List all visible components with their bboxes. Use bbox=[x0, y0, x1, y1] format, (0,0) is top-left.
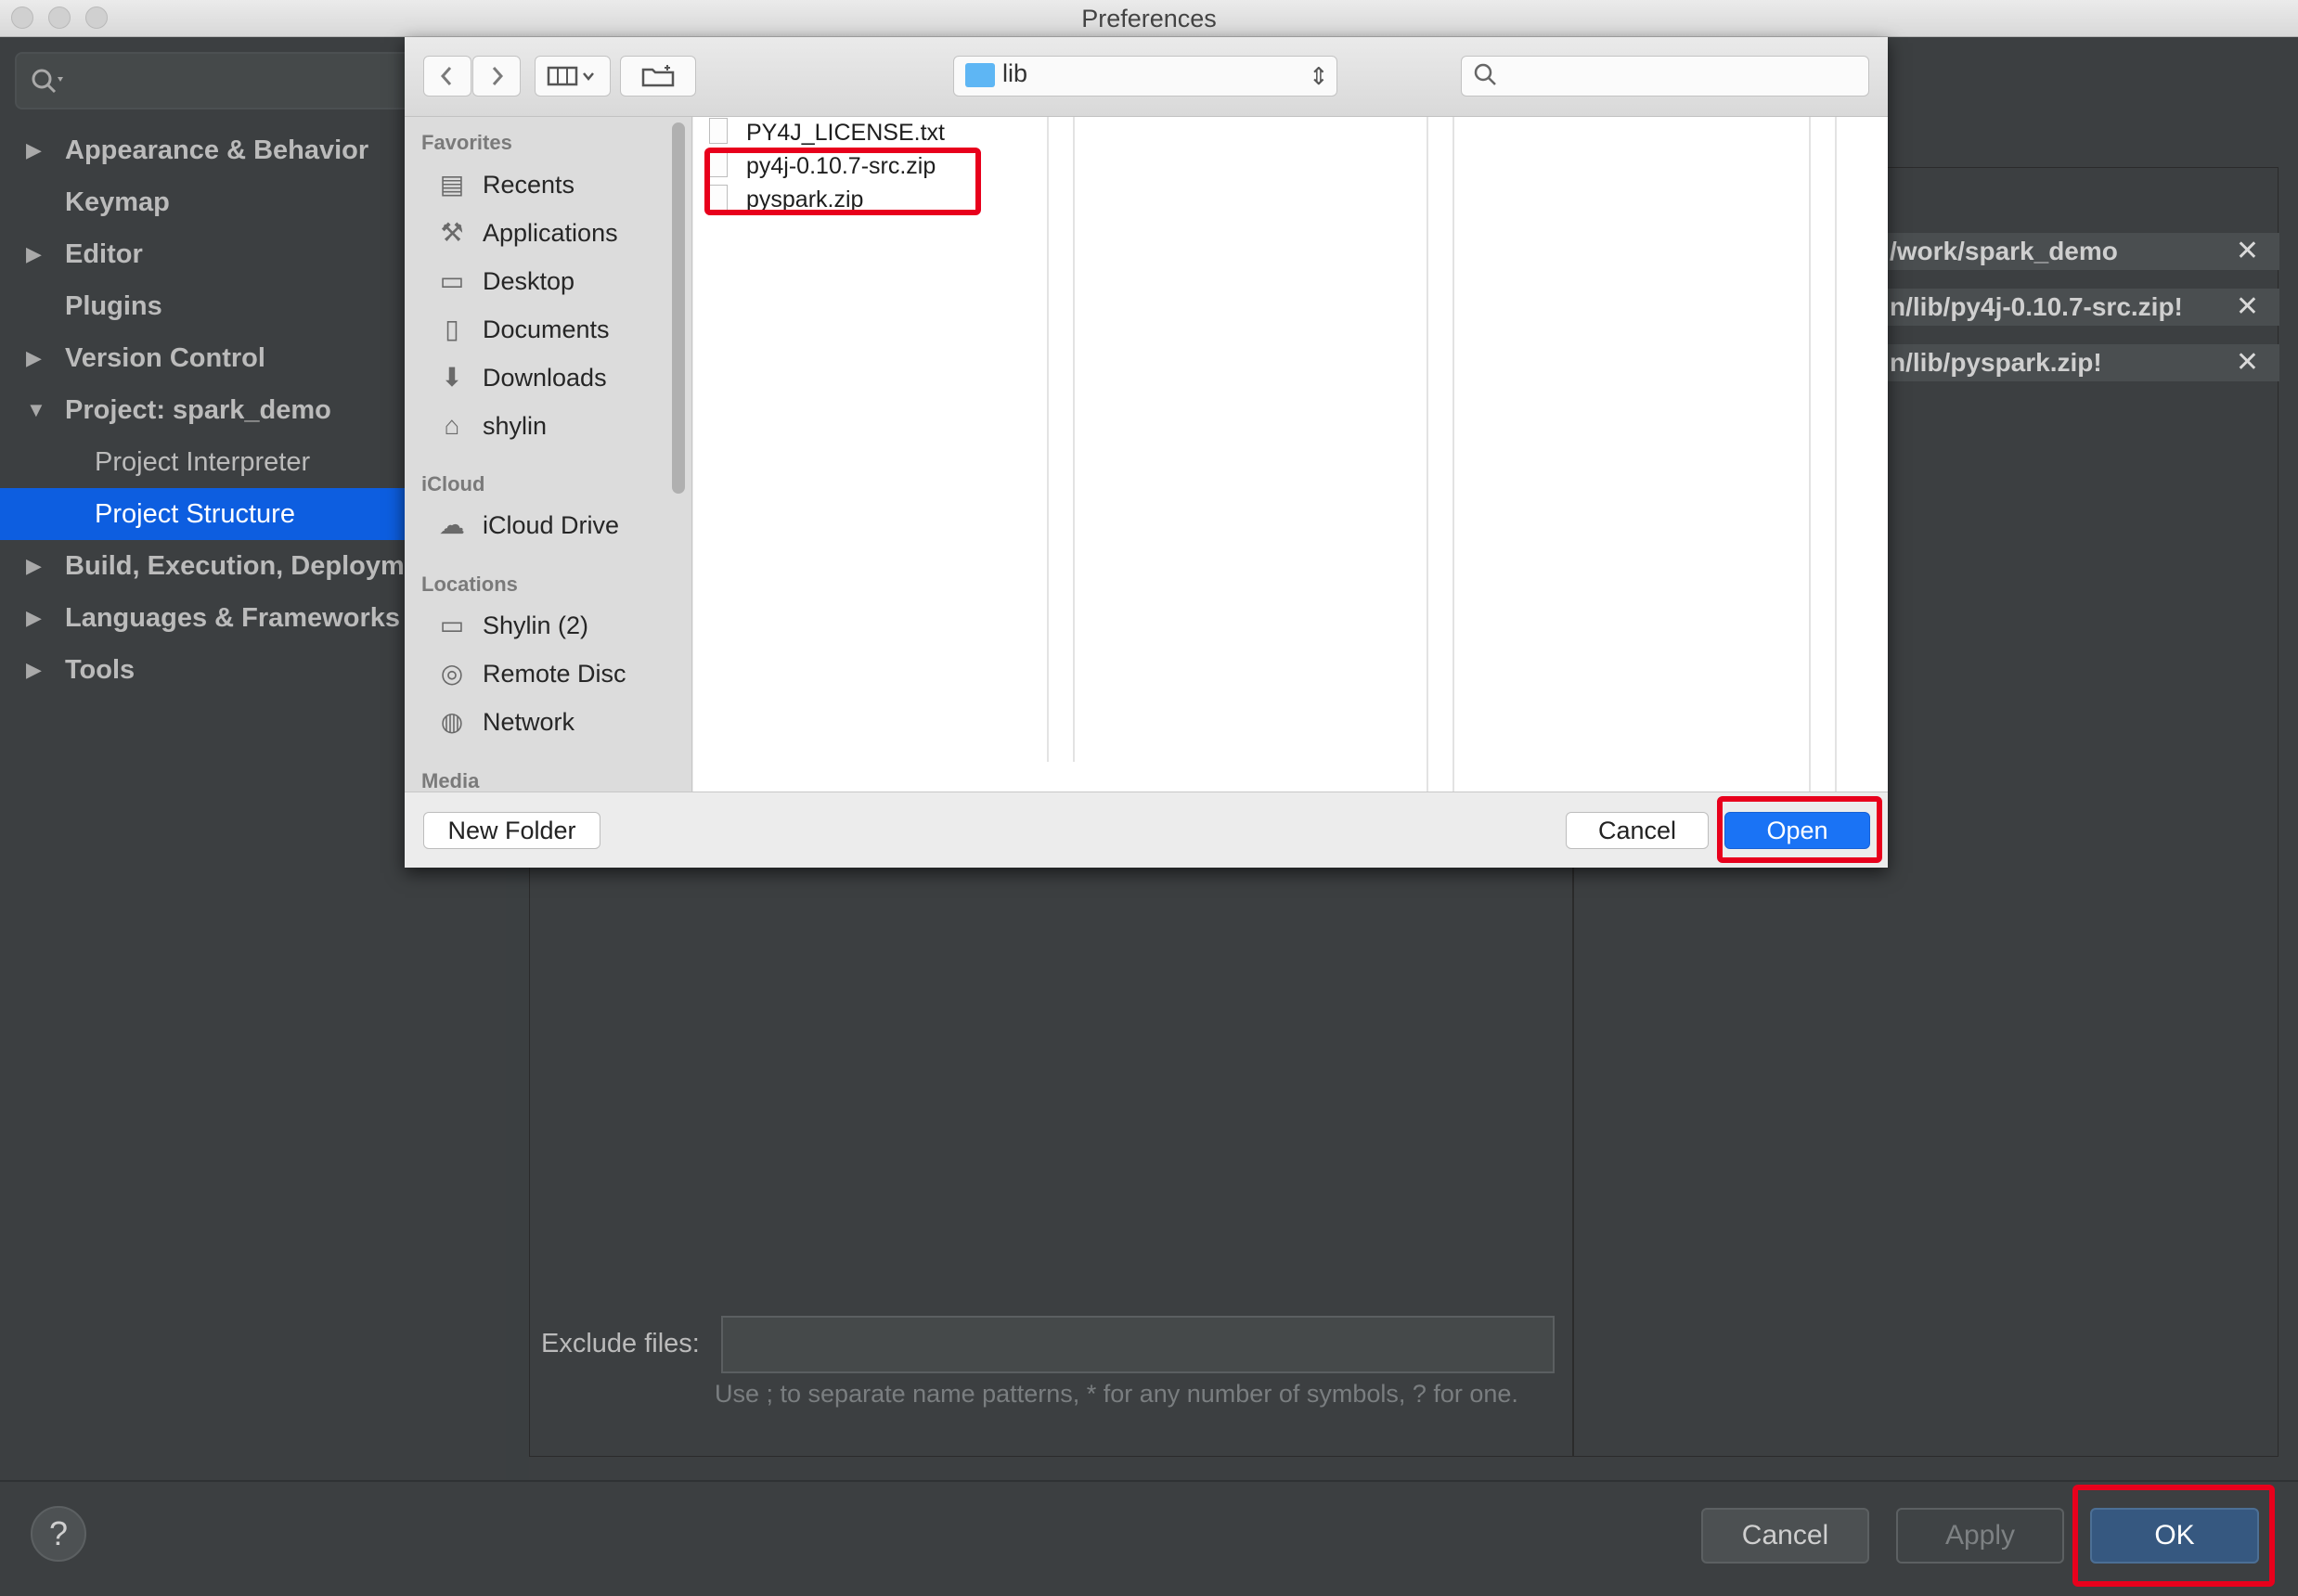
sidebar-section-favorites: Favorites bbox=[421, 131, 512, 154]
sidebar-scrollbar[interactable] bbox=[672, 122, 685, 494]
sidebar-section-locations: Locations bbox=[421, 573, 518, 596]
updown-chevron-icon: ⇕ bbox=[1309, 62, 1329, 90]
sidebar-item-label: Project Interpreter bbox=[95, 447, 311, 477]
sidebar-item-label: Network bbox=[483, 708, 575, 736]
column-divider[interactable] bbox=[1073, 117, 1075, 762]
forward-button[interactable] bbox=[472, 56, 521, 97]
column-divider[interactable] bbox=[1809, 117, 1811, 792]
sidebar-item-label: Version Control bbox=[65, 343, 265, 373]
documents-icon: ▯ bbox=[445, 315, 459, 343]
collapse-arrow-icon[interactable]: ▼ bbox=[26, 384, 46, 436]
view-mode-button[interactable] bbox=[535, 56, 611, 97]
sidebar-item-desktop[interactable]: ▭ Desktop bbox=[405, 258, 683, 304]
sidebar-item-label: Documents bbox=[483, 315, 610, 343]
sidebar-item-label: Project Structure bbox=[95, 499, 295, 529]
exclude-files-hint: Use ; to separate name patterns, * for a… bbox=[715, 1380, 1518, 1408]
column-divider[interactable] bbox=[1427, 117, 1428, 792]
remove-root-icon[interactable]: ✕ bbox=[2236, 289, 2259, 326]
sidebar-item-recents[interactable]: ▤ Recents bbox=[405, 161, 683, 208]
search-icon bbox=[32, 69, 63, 94]
sidebar-item-label: Tools bbox=[65, 655, 136, 685]
remove-root-icon[interactable]: ✕ bbox=[2236, 233, 2259, 270]
columns-view-icon bbox=[547, 66, 594, 86]
sidebar-item-label: iCloud Drive bbox=[483, 511, 620, 539]
sidebar-item-label: Desktop bbox=[483, 267, 575, 295]
sidebar-item-icloud-drive[interactable]: ☁ iCloud Drive bbox=[405, 502, 683, 548]
exclude-files-label: Exclude files: bbox=[541, 1329, 700, 1358]
sidebar-item-label: Plugins bbox=[65, 291, 162, 321]
column-divider[interactable] bbox=[1452, 117, 1454, 792]
sidebar-item-label: Shylin (2) bbox=[483, 611, 589, 639]
expand-arrow-icon[interactable]: ▶ bbox=[26, 644, 42, 696]
apply-button[interactable]: Apply bbox=[1896, 1508, 2064, 1564]
help-button[interactable]: ? bbox=[31, 1506, 86, 1562]
sidebar-section-icloud: iCloud bbox=[421, 472, 485, 496]
chevron-left-icon bbox=[440, 67, 452, 85]
sidebar-item-label: Editor bbox=[65, 239, 143, 269]
expand-arrow-icon[interactable]: ▶ bbox=[26, 540, 42, 592]
sidebar-item-label: shylin bbox=[483, 412, 548, 440]
new-folder-toolbar-button[interactable] bbox=[620, 56, 696, 97]
cancel-button[interactable]: Cancel bbox=[1701, 1508, 1869, 1564]
sidebar-item-downloads[interactable]: ⬇ Downloads bbox=[405, 354, 683, 401]
remove-root-icon[interactable]: ✕ bbox=[2236, 344, 2259, 381]
sidebar-item-label: Build, Execution, Deploym bbox=[65, 551, 405, 581]
location-label: lib bbox=[1002, 59, 1028, 87]
content-root-path: /work/spark_demo bbox=[1890, 237, 2118, 265]
ok-highlight-box bbox=[2072, 1485, 2275, 1587]
files-highlight-box bbox=[704, 148, 981, 215]
chevron-right-icon bbox=[492, 67, 504, 85]
sidebar-item-label: Recents bbox=[483, 171, 575, 199]
window-title-bar: Preferences bbox=[0, 0, 2298, 37]
column-divider[interactable] bbox=[1047, 117, 1049, 762]
sidebar-item-label: Remote Disc bbox=[483, 660, 626, 688]
open-highlight-box bbox=[1717, 796, 1882, 863]
sidebar-item-home[interactable]: ⌂ shylin bbox=[405, 403, 683, 449]
file-browser-columns bbox=[693, 117, 1888, 792]
sidebar-item-applications[interactable]: ⚒ Applications bbox=[405, 210, 683, 256]
desktop-icon: ▭ bbox=[439, 266, 465, 295]
file-name: PY4J_LICENSE.txt bbox=[746, 120, 945, 146]
new-folder-icon bbox=[641, 65, 675, 87]
content-root-path: n/lib/pyspark.zip! bbox=[1890, 348, 2102, 377]
expand-arrow-icon[interactable]: ▶ bbox=[26, 332, 42, 384]
window-title: Preferences bbox=[1081, 5, 1217, 32]
sidebar-item-label: Project: spark_demo bbox=[65, 395, 331, 425]
sidebar-item-label: Downloads bbox=[483, 364, 607, 392]
expand-arrow-icon[interactable]: ▶ bbox=[26, 124, 42, 176]
sidebar-item-documents[interactable]: ▯ Documents bbox=[405, 306, 683, 353]
sidebar-item-label: Keymap bbox=[65, 187, 170, 217]
content-root-path: n/lib/py4j-0.10.7-src.zip! bbox=[1890, 292, 2183, 321]
sidebar-item-network[interactable]: ◍ Network bbox=[405, 699, 683, 745]
column-divider[interactable] bbox=[1835, 117, 1837, 792]
folder-icon bbox=[965, 63, 995, 87]
exclude-files-input[interactable] bbox=[721, 1316, 1555, 1373]
dialog-cancel-button[interactable]: Cancel bbox=[1566, 812, 1709, 849]
expand-arrow-icon[interactable]: ▶ bbox=[26, 228, 42, 280]
back-button[interactable] bbox=[423, 56, 471, 97]
new-folder-button[interactable]: New Folder bbox=[423, 812, 600, 849]
sidebar-section-media: Media bbox=[421, 769, 480, 792]
sidebar-item-label: Applications bbox=[483, 219, 618, 247]
applications-icon: ⚒ bbox=[440, 218, 464, 247]
laptop-icon: ▭ bbox=[439, 611, 465, 639]
sidebar-item-shylin-2[interactable]: ▭ Shylin (2) bbox=[405, 602, 683, 649]
home-icon: ⌂ bbox=[444, 411, 460, 440]
cloud-icon: ☁ bbox=[439, 510, 465, 539]
sidebar-item-label: Appearance & Behavior bbox=[65, 135, 369, 165]
text-file-icon bbox=[709, 118, 728, 144]
file-search-input[interactable] bbox=[1461, 56, 1869, 97]
downloads-icon: ⬇ bbox=[441, 363, 463, 392]
network-icon: ◍ bbox=[440, 707, 464, 736]
recents-icon: ▤ bbox=[439, 170, 465, 199]
sidebar-item-label: Languages & Frameworks bbox=[65, 603, 400, 633]
search-icon bbox=[1472, 61, 1500, 96]
disc-icon: ◎ bbox=[440, 659, 464, 688]
expand-arrow-icon[interactable]: ▶ bbox=[26, 592, 42, 644]
sidebar-item-remote-disc[interactable]: ◎ Remote Disc bbox=[405, 650, 683, 697]
